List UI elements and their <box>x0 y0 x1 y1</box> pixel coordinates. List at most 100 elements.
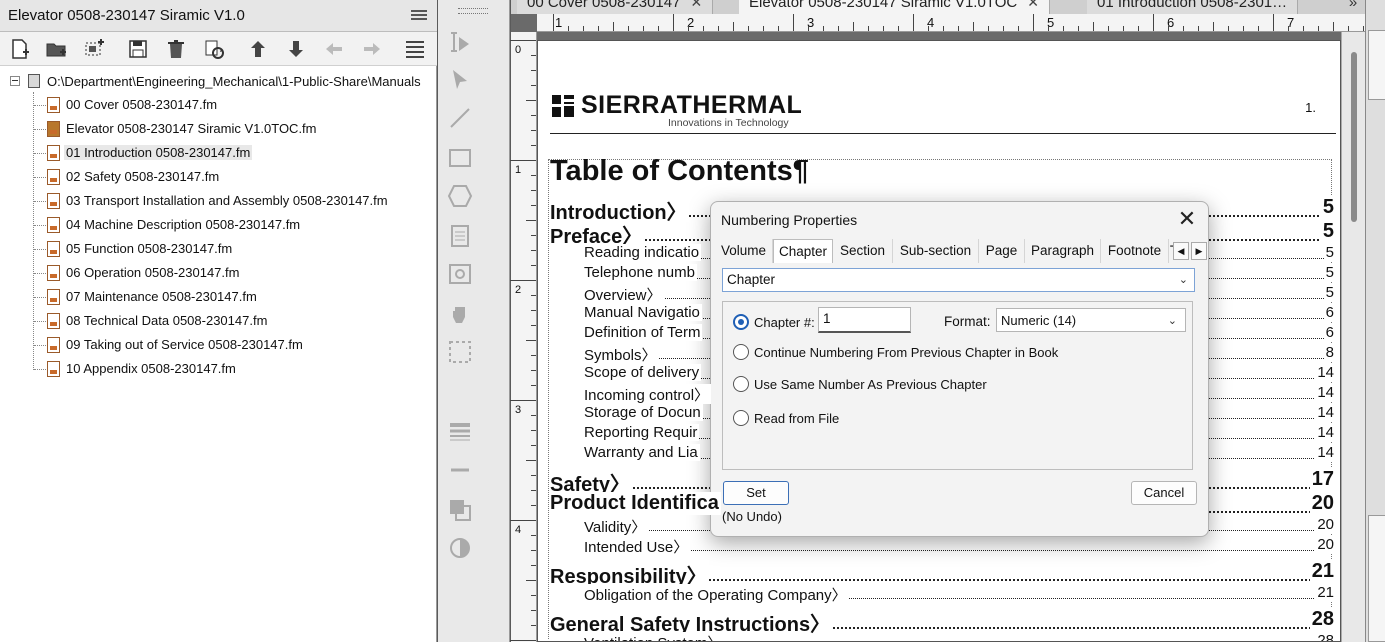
tab-volume[interactable]: Volume <box>715 239 773 263</box>
tint-tool[interactable] <box>446 534 474 562</box>
group-tool[interactable] <box>446 338 474 366</box>
toc-entry-text: Incoming control〉 <box>584 384 712 404</box>
collapse-icon[interactable] <box>10 76 20 86</box>
chapter-number-input[interactable]: 1 <box>818 307 911 333</box>
tab-toc[interactable]: Elevator 0508-230147 Siramic V1.0TOC ✕ <box>739 0 1050 14</box>
select-object-tool[interactable] <box>446 66 474 94</box>
ruler-tick <box>531 415 536 416</box>
close-icon[interactable]: ✕ <box>1027 0 1039 10</box>
ruler-tick <box>531 610 536 611</box>
add-folder-button[interactable] <box>42 36 70 62</box>
overlap-tool[interactable] <box>446 496 474 524</box>
close-icon[interactable]: ✕ <box>690 0 702 10</box>
ruler-tick <box>913 14 914 31</box>
toc-entry-chapter[interactable]: Responsibility〉 21 <box>550 560 1334 586</box>
toc-heading[interactable]: Table of Contents¶ <box>550 155 809 188</box>
radio-button[interactable] <box>733 410 749 426</box>
tab-chapter[interactable]: Chapter <box>773 239 833 263</box>
palette-grip[interactable] <box>458 8 488 14</box>
move-up-button[interactable] <box>244 36 272 62</box>
arrow-right-icon <box>364 43 380 55</box>
toc-entry-section[interactable]: Obligation of the Operating Company〉 21 <box>550 584 1334 604</box>
toc-entry-text: Safety〉 <box>550 468 633 494</box>
tabs-overflow-button[interactable]: » <box>1341 0 1365 14</box>
text-select-tool[interactable] <box>446 28 474 56</box>
tab-scroll-right-icon[interactable]: ▶ <box>1191 242 1207 260</box>
move-down-button[interactable] <box>282 36 310 62</box>
collapsed-panel-bottom[interactable] <box>1368 515 1385 642</box>
tab-cover[interactable]: 00 Cover 0508-230147 ✕ <box>517 0 714 14</box>
toc-entry-text: Overview〉 <box>584 284 664 304</box>
numbering-properties-dialog: Numbering Properties ✕ Volume Chapter Se… <box>710 201 1209 537</box>
text-frame-tool[interactable] <box>446 222 474 250</box>
add-group-button[interactable] <box>80 36 108 62</box>
ruler-tick <box>526 580 536 581</box>
numbering-type-select[interactable]: Chapter ⌄ <box>722 268 1195 292</box>
ruler-tick <box>1228 26 1229 31</box>
numbering-tabs: Volume Chapter Section Sub-section Page … <box>715 239 1207 263</box>
close-icon[interactable]: ✕ <box>1172 208 1202 232</box>
ruler-tick <box>531 475 536 476</box>
vertical-scrollbar[interactable] <box>1341 32 1365 642</box>
tab-scroll-left-icon[interactable]: ◀ <box>1173 242 1189 260</box>
ruler-tick <box>531 205 536 206</box>
refresh-icon <box>205 40 224 59</box>
collapsed-panel-top[interactable] <box>1368 30 1385 100</box>
scrollbar-thumb[interactable] <box>1351 52 1357 222</box>
toc-entry-text: Responsibility〉 <box>550 560 709 586</box>
ruler-tick <box>526 460 536 461</box>
ruler-tick <box>703 26 704 31</box>
radio-label: Continue Numbering From Previous Chapter… <box>754 345 1059 360</box>
polygon-tool[interactable] <box>446 182 474 210</box>
tool-palette <box>438 0 925 642</box>
ruler-tick <box>1138 26 1139 31</box>
list-view-button[interactable] <box>401 36 429 62</box>
line-end-tool[interactable] <box>446 456 474 484</box>
ruler-tick <box>1258 26 1259 31</box>
add-file-button[interactable] <box>6 36 34 62</box>
update-book-button[interactable] <box>200 36 228 62</box>
line-tool[interactable] <box>446 104 474 132</box>
save-button[interactable] <box>124 36 152 62</box>
set-button[interactable]: Set <box>723 481 789 505</box>
ruler-tick <box>733 22 734 31</box>
no-undo-note: (No Undo) <box>722 509 782 524</box>
toc-page-number: 20 <box>1309 492 1334 515</box>
ruler-tick <box>510 280 536 281</box>
toc-entry-section[interactable]: Ventilation System〉 28 <box>550 632 1334 641</box>
arrow-left-icon <box>326 43 342 55</box>
tab-page[interactable]: Page <box>979 239 1025 263</box>
delete-button[interactable] <box>162 36 190 62</box>
tint-icon <box>450 538 470 558</box>
ruler-tick <box>531 265 536 266</box>
ruler-tick <box>531 325 536 326</box>
tab-introduction[interactable]: 01 Introduction 0508-2301… <box>1087 0 1299 14</box>
ruler-tick <box>510 400 536 401</box>
hand-tool[interactable] <box>446 300 474 328</box>
toc-page-number: 5 <box>1320 196 1334 219</box>
tab-paragraph[interactable]: Paragraph <box>1025 239 1101 263</box>
tab-sub-section[interactable]: Sub-section <box>893 239 979 263</box>
toc-entry-section[interactable]: Intended Use〉 20 <box>550 536 1334 556</box>
book-titlebar: Elevator 0508-230147 Siramic V1.0 <box>0 0 437 32</box>
graphic-frame-tool[interactable] <box>446 260 474 288</box>
radio-button[interactable] <box>733 314 749 330</box>
panel-menu-icon[interactable] <box>411 10 427 22</box>
tab-section[interactable]: Section <box>833 239 893 263</box>
file-label: 04 Machine Description 0508-230147.fm <box>66 217 301 232</box>
radio-button[interactable] <box>733 376 749 392</box>
radio-button[interactable] <box>733 344 749 360</box>
demote-button[interactable] <box>358 36 386 62</box>
toc-entry-chapter[interactable]: General Safety Instructions〉 28 <box>550 608 1334 634</box>
rectangle-tool[interactable] <box>446 144 474 172</box>
line-width-tool[interactable] <box>446 418 474 446</box>
ruler-tick <box>1303 26 1304 31</box>
tab-footnote[interactable]: Footnote <box>1101 239 1169 263</box>
promote-button[interactable] <box>320 36 348 62</box>
cancel-button[interactable]: Cancel <box>1131 481 1197 505</box>
format-select[interactable]: Numeric (14) ⌄ <box>996 308 1186 332</box>
toc-entry-text: Intended Use〉 <box>584 536 691 556</box>
group-icon <box>449 341 471 363</box>
ruler-tick <box>838 26 839 31</box>
trash-icon <box>168 40 184 58</box>
